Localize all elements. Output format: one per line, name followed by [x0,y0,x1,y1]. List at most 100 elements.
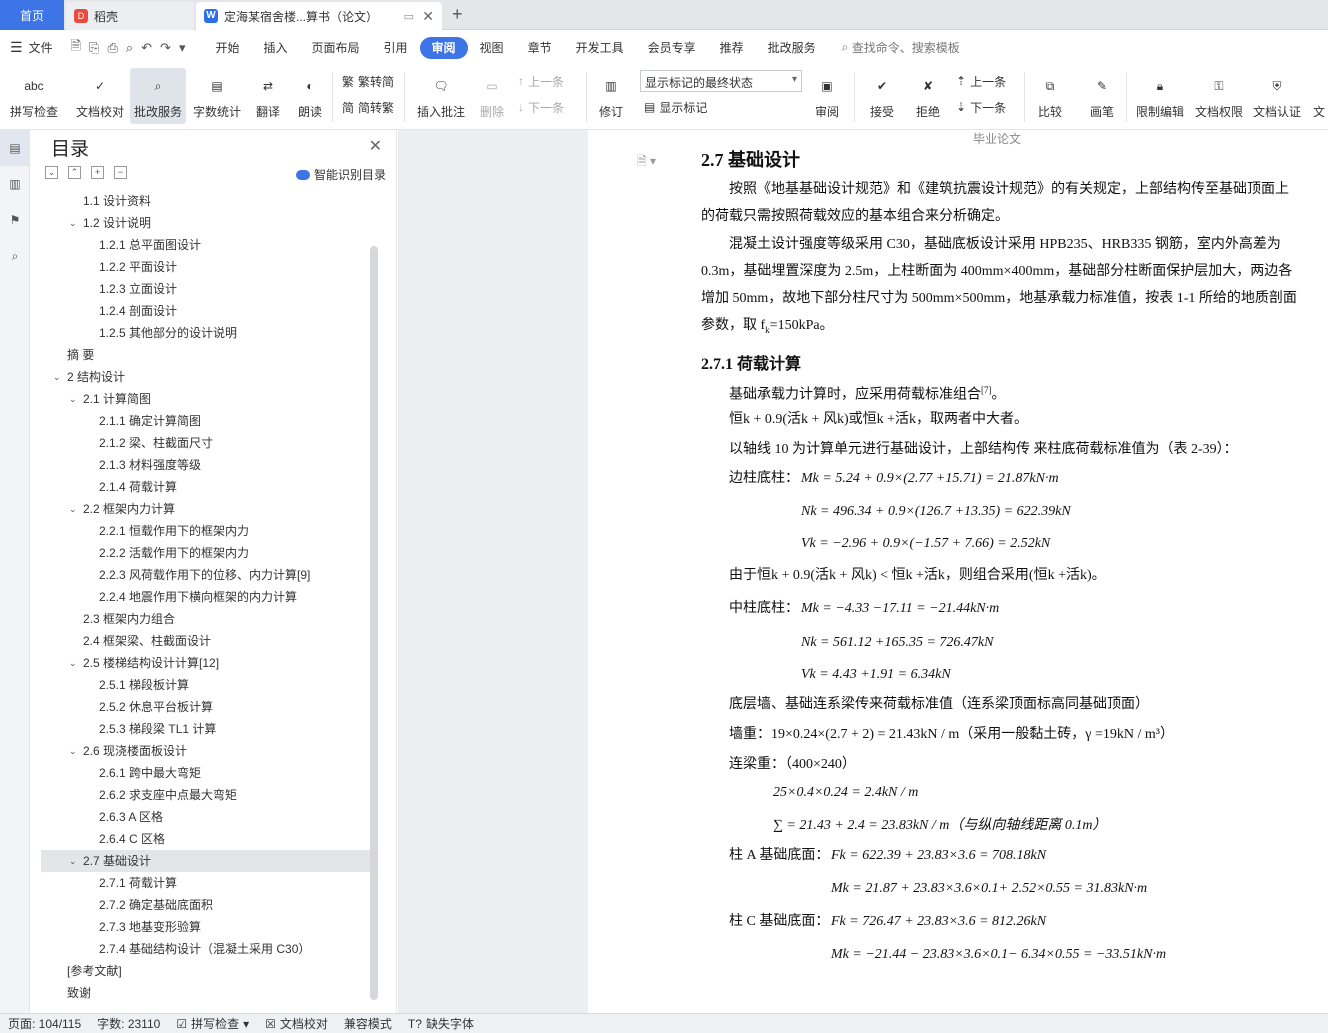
prev-comment-button[interactable]: ↑ 上一条 [518,70,564,92]
toc-item[interactable]: 2.2.4 地震作用下横向框架的内力计算 [41,586,371,608]
print-icon[interactable]: ⎙ [107,40,117,56]
toc-item[interactable]: ⌄ 2 结构设计 [41,366,371,388]
page-indicator[interactable]: 页面: 104/115 [0,1015,89,1032]
correct-service-button[interactable]: ⌕ 批改服务 [130,68,186,124]
toc-item[interactable]: 2.6.3 A 区格 [41,806,371,828]
document-page[interactable]: 毕业论文 🗎 ▾ 2.7 基础设计 按照《地基基础设计规范》和《建筑抗震设计规范… [589,130,1328,1013]
customize-icon[interactable]: ▾ [179,40,186,56]
toc-item[interactable]: 2.2.3 风荷载作用下的位移、内力计算[9] [41,564,371,586]
doc-cert-button[interactable]: ⛨ 文档认证 [1250,68,1304,124]
toc-item[interactable]: 2.3 框架内力组合 [41,608,371,630]
toc-item[interactable]: 2.1.4 荷载计算 [41,476,371,498]
ribbon-tab-1[interactable]: 插入 [251,37,299,59]
toc-item[interactable]: 2.7.3 地基变形验算 [41,916,371,938]
word-count-indicator[interactable]: 字数: 23110 [89,1015,168,1032]
ribbon-tab-4[interactable]: 审阅 [419,36,468,59]
toc-item[interactable]: 摘 要 [41,344,371,366]
t2s-button[interactable]: 繁繁转简 [342,70,394,92]
chevron-down-icon[interactable]: ⌄ [69,388,77,410]
bookmark-icon[interactable]: ⚑ [0,202,30,238]
toc-item[interactable]: ⌄ 2.7 基础设计 [41,850,371,872]
ribbon-tab-2[interactable]: 页面布局 [300,37,372,59]
missing-font-button[interactable]: T? 缺失字体 [400,1015,482,1032]
next-change-button[interactable]: ⇣ 下一条 [956,96,1006,118]
word-count-button[interactable]: ▤ 字数统计 [190,68,244,124]
collapse-all-icon[interactable]: ⌃ [68,166,81,179]
smart-toc-button[interactable]: 智能识别目录 [295,166,386,183]
tab-daoke[interactable]: D 稻壳 [66,2,194,30]
chevron-down-icon[interactable]: ⌄ [69,498,77,520]
toc-item[interactable]: ⌄ 2.5 楼梯结构设计计算[12] [41,652,371,674]
doc-permission-button[interactable]: ⚿ 文档权限 [1192,68,1246,124]
translate-button[interactable]: ⇄ 翻译 [248,68,288,124]
ink-button[interactable]: ✎ 画笔 [1084,68,1120,124]
toc-item[interactable]: 2.4 框架梁、柱截面设计 [41,630,371,652]
toc-item[interactable]: ⌄ 2.1 计算简图 [41,388,371,410]
prev-change-button[interactable]: ⇡ 上一条 [956,70,1006,92]
preview-icon[interactable]: ⌕ [126,40,133,56]
ribbon-tab-3[interactable]: 引用 [372,37,420,59]
find-icon[interactable]: ⌕ [0,238,30,274]
command-search[interactable]: ⌕ 查找命令、搜索模板 [842,39,960,56]
tab-window-icon[interactable]: ▭ [404,10,414,23]
ribbon-tab-9[interactable]: 推荐 [708,37,756,59]
doc-proof-status[interactable]: ☒ 文档校对 [257,1015,336,1032]
toc-item[interactable]: 2.7.2 确定基础底面积 [41,894,371,916]
toc-item[interactable]: ⌄ 2.6 现浇楼面板设计 [41,740,371,762]
toc-item[interactable]: 2.2.2 活载作用下的框架内力 [41,542,371,564]
redo-icon[interactable]: ↷ [160,40,171,56]
ribbon-tab-6[interactable]: 章节 [516,37,564,59]
tab-close-icon[interactable]: ✕ [422,8,434,25]
add-item-icon[interactable]: + [91,166,104,179]
toc-item[interactable]: 2.7.1 荷载计算 [41,872,371,894]
chevron-down-icon[interactable]: ⌄ [69,850,77,872]
toc-item[interactable]: 2.1.2 梁、柱截面尺寸 [41,432,371,454]
toc-item[interactable]: 2.6.1 跨中最大弯矩 [41,762,371,784]
toc-item[interactable]: 2.7.4 基础结构设计（混凝土采用 C30） [41,938,371,960]
toc-item[interactable]: 1.2.4 剖面设计 [41,300,371,322]
toc-item[interactable]: [参考文献] [41,960,371,982]
toc-item[interactable]: 1.2.1 总平面图设计 [41,234,371,256]
expand-all-icon[interactable]: ⌄ [45,166,58,179]
toc-item[interactable]: 2.1.3 材料强度等级 [41,454,371,476]
more-button[interactable]: 文 [1310,68,1328,124]
display-mode-select[interactable]: 显示标记的最终状态 [640,70,802,92]
toc-panel-icon[interactable]: ▤ [0,130,30,166]
ribbon-tab-0[interactable]: 开始 [203,37,251,59]
ribbon-tab-10[interactable]: 批改服务 [756,37,828,59]
track-changes-button[interactable]: ▥ 修订 [592,68,630,124]
reference-7[interactable]: [7] [981,385,992,395]
spell-check-button[interactable]: abc 拼写检查 [4,68,64,124]
toc-item[interactable]: 2.5.2 休息平台板计算 [41,696,371,718]
toc-item[interactable]: 2.2.1 恒载作用下的框架内力 [41,520,371,542]
toc-item[interactable]: 1.2.3 立面设计 [41,278,371,300]
s2t-button[interactable]: 简简转繁 [342,96,394,118]
spell-check-toggle[interactable]: ☑ 拼写检查 ▾ [168,1015,257,1032]
undo-icon[interactable]: ↶ [141,40,152,56]
toc-item[interactable]: 致谢 [41,982,371,1004]
insert-comment-button[interactable]: 🗨 插入批注 [414,68,468,124]
ribbon-tab-5[interactable]: 视图 [468,37,516,59]
doc-proof-button[interactable]: ✓ 文档校对 [72,68,128,124]
toc-item[interactable]: 2.6.4 C 区格 [41,828,371,850]
toc-scrollbar[interactable] [370,246,378,1000]
new-tab-icon[interactable]: + [452,4,463,25]
toc-item[interactable]: 1.2.2 平面设计 [41,256,371,278]
accept-button[interactable]: ✔ 接受 [862,68,902,124]
delete-comment-button[interactable]: ▭ 删除 [472,68,512,124]
toc-item[interactable]: 1.1 设计资料 [41,190,371,212]
chapter-panel-icon[interactable]: ▥ [0,166,30,202]
paragraph-menu-icon[interactable]: 🗎 ▾ [637,152,656,173]
toc-item[interactable]: 1.2.5 其他部分的设计说明 [41,322,371,344]
file-menu[interactable]: ☰ 文件 [0,39,63,56]
next-comment-button[interactable]: ↓ 下一条 [518,96,564,118]
show-marks-button[interactable]: ▤ 显示标记 [644,96,707,118]
remove-item-icon[interactable]: − [114,166,127,179]
close-icon[interactable]: ✕ [369,136,382,156]
ribbon-tab-8[interactable]: 会员专享 [636,37,708,59]
chevron-down-icon[interactable]: ⌄ [69,212,77,234]
toc-item[interactable]: ⌄ 1.2 设计说明 [41,212,371,234]
toc-item[interactable]: 2.1.1 确定计算简图 [41,410,371,432]
export-icon[interactable]: ⎘ [89,40,99,56]
chevron-down-icon[interactable]: ⌄ [69,740,77,762]
